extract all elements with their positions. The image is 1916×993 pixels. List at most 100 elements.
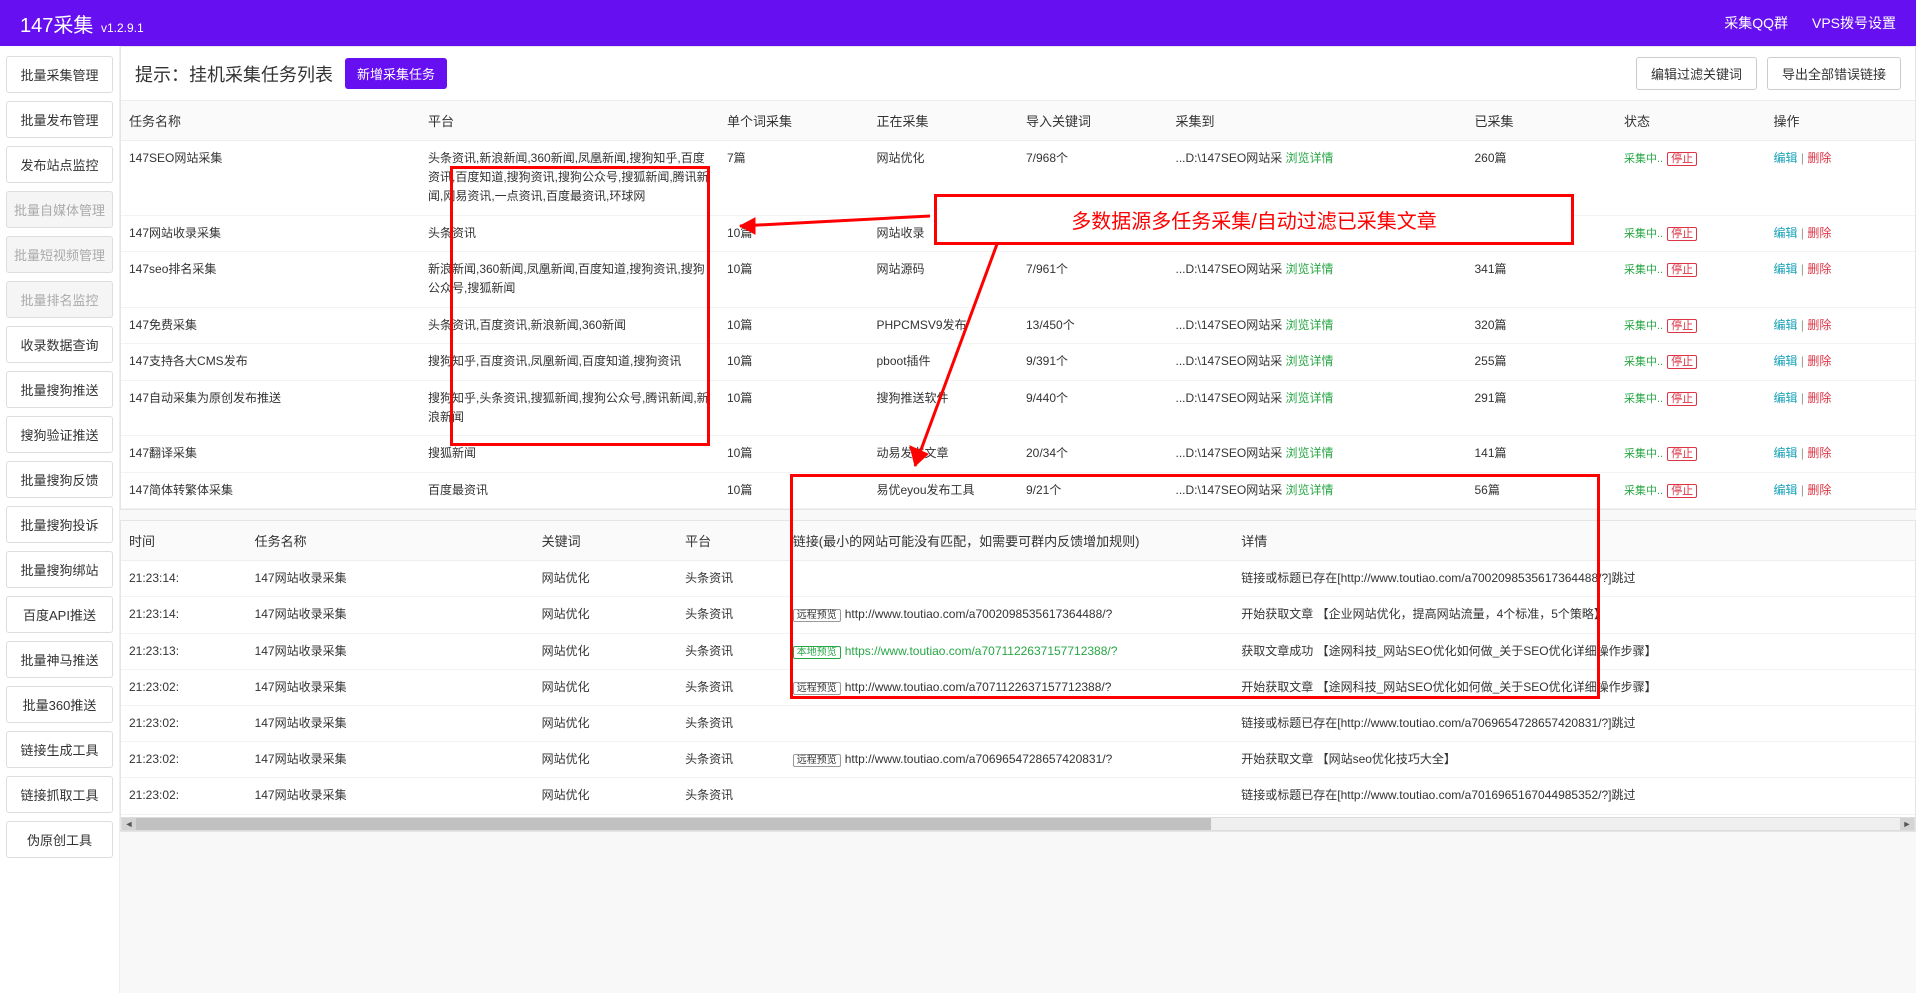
cell-platform: 头条资讯	[677, 561, 785, 597]
horizontal-scrollbar[interactable]: ◄ ►	[121, 817, 1915, 831]
edit-link[interactable]: 编辑	[1774, 354, 1798, 368]
table-row[interactable]: 147seo排名采集新浪新闻,360新闻,凤凰新闻,百度知道,搜狗资讯,搜狗公众…	[121, 252, 1915, 307]
table-row[interactable]: 147简体转繁体采集百度最资讯10篇易优eyou发布工具9/21个...D:\1…	[121, 472, 1915, 509]
stop-button[interactable]: 停止	[1667, 152, 1697, 166]
cell-task: 147网站收录采集	[247, 669, 534, 705]
cell-detail: 链接或标题已存在[http://www.toutiao.com/a7002098…	[1233, 561, 1915, 597]
log-row[interactable]: 21:23:14:147网站收录采集网站优化头条资讯远程预览http://www…	[121, 597, 1915, 633]
sidebar-item-0[interactable]: 批量采集管理	[6, 56, 113, 93]
edit-link[interactable]: 编辑	[1774, 318, 1798, 332]
log-row[interactable]: 21:23:02:147网站收录采集网站优化头条资讯远程预览http://www…	[121, 669, 1915, 705]
cell-actions: 编辑 | 删除	[1766, 344, 1916, 381]
detail-link[interactable]: 浏览详情	[1282, 262, 1333, 276]
link-url[interactable]: http://www.toutiao.com/a7002098535617364…	[845, 607, 1113, 621]
tasks-col-header: 任务名称	[121, 101, 420, 141]
detail-link[interactable]: 浏览详情	[1282, 354, 1333, 368]
sidebar-item-10[interactable]: 批量搜狗投诉	[6, 506, 113, 543]
cell-collected: 320篇	[1467, 307, 1617, 344]
content: 多数据源多任务采集/自动过滤已采集文章 提示：挂机采集任务列表 新增采集任务 编…	[120, 46, 1916, 993]
sidebar-item-11[interactable]: 批量搜狗绑站	[6, 551, 113, 588]
nav-vps-settings[interactable]: VPS拨号设置	[1812, 13, 1896, 33]
table-row[interactable]: 147网站收录采集头条资讯10篇网站收录2/5个...D:\147SEO网站采 …	[121, 215, 1915, 252]
delete-link[interactable]: 删除	[1807, 354, 1831, 368]
log-row[interactable]: 21:23:02:147网站收录采集网站优化头条资讯链接或标题已存在[http:…	[121, 706, 1915, 742]
scroll-thumb[interactable]	[136, 818, 1211, 830]
detail-link[interactable]: 浏览详情	[1282, 483, 1333, 497]
cell-per-word: 10篇	[719, 380, 869, 435]
edit-link[interactable]: 编辑	[1774, 446, 1798, 460]
table-row[interactable]: 147免费采集头条资讯,百度资讯,新浪新闻,360新闻10篇PHPCMSV9发布…	[121, 307, 1915, 344]
local-preview-button[interactable]: 本地预览	[793, 646, 841, 659]
remote-preview-button[interactable]: 远程预览	[793, 682, 841, 695]
sidebar-item-1[interactable]: 批量发布管理	[6, 101, 113, 138]
edit-link[interactable]: 编辑	[1774, 483, 1798, 497]
table-row[interactable]: 147自动采集为原创发布推送搜狗知乎,头条资讯,搜狐新闻,搜狗公众号,腾讯新闻,…	[121, 380, 1915, 435]
separator: |	[1798, 354, 1808, 368]
cell-platform: 搜狗知乎,百度资讯,凤凰新闻,百度知道,搜狗资讯	[420, 344, 719, 381]
log-row[interactable]: 21:23:14:147网站收录采集网站优化头条资讯链接或标题已存在[http:…	[121, 561, 1915, 597]
logs-panel: 时间任务名称关键词平台链接(最小的网站可能没有匹配，如需要可群内反馈增加规则)详…	[120, 520, 1916, 831]
sidebar-item-17[interactable]: 伪原创工具	[6, 821, 113, 858]
logs-col-header: 任务名称	[247, 521, 534, 561]
sidebar-item-15[interactable]: 链接生成工具	[6, 731, 113, 768]
edit-link[interactable]: 编辑	[1774, 391, 1798, 405]
sidebar-item-6[interactable]: 收录数据查询	[6, 326, 113, 363]
sidebar-item-12[interactable]: 百度API推送	[6, 596, 113, 633]
nav-qq-group[interactable]: 采集QQ群	[1724, 13, 1788, 33]
stop-button[interactable]: 停止	[1667, 484, 1697, 498]
link-url[interactable]: https://www.toutiao.com/a707112263715771…	[845, 644, 1118, 658]
delete-link[interactable]: 删除	[1807, 318, 1831, 332]
stop-button[interactable]: 停止	[1667, 447, 1697, 461]
cell-dest: ...D:\147SEO网站采 浏览详情	[1168, 380, 1467, 435]
remote-preview-button[interactable]: 远程预览	[793, 609, 841, 622]
sidebar-item-7[interactable]: 批量搜狗推送	[6, 371, 113, 408]
log-row[interactable]: 21:23:13:147网站收录采集网站优化头条资讯本地预览https://ww…	[121, 633, 1915, 669]
detail-link[interactable]: 浏览详情	[1282, 226, 1333, 240]
delete-link[interactable]: 删除	[1807, 151, 1831, 165]
cell-task: 147网站收录采集	[247, 597, 534, 633]
table-row[interactable]: 147翻译采集搜狐新闻10篇动易发布文章20/34个...D:\147SEO网站…	[121, 436, 1915, 473]
status-running: 采集中..	[1624, 264, 1663, 276]
detail-link[interactable]: 浏览详情	[1282, 446, 1333, 460]
sidebar-item-14[interactable]: 批量360推送	[6, 686, 113, 723]
edit-link[interactable]: 编辑	[1774, 262, 1798, 276]
cell-current: 网站源码	[869, 252, 1019, 307]
sidebar-item-13[interactable]: 批量神马推送	[6, 641, 113, 678]
scroll-right-arrow[interactable]: ►	[1900, 818, 1914, 830]
stop-button[interactable]: 停止	[1667, 355, 1697, 369]
cell-status: 采集中..停止	[1616, 472, 1766, 509]
delete-link[interactable]: 删除	[1807, 262, 1831, 276]
sidebar-item-2[interactable]: 发布站点监控	[6, 146, 113, 183]
sidebar-item-16[interactable]: 链接抓取工具	[6, 776, 113, 813]
link-url[interactable]: http://www.toutiao.com/a7071122637157712…	[845, 680, 1112, 694]
delete-link[interactable]: 删除	[1807, 446, 1831, 460]
edit-link[interactable]: 编辑	[1774, 151, 1798, 165]
detail-link[interactable]: 浏览详情	[1282, 391, 1333, 405]
table-row[interactable]: 147支持各大CMS发布搜狗知乎,百度资讯,凤凰新闻,百度知道,搜狗资讯10篇p…	[121, 344, 1915, 381]
link-url[interactable]: http://www.toutiao.com/a7069654728657420…	[845, 752, 1113, 766]
separator: |	[1798, 318, 1808, 332]
status-running: 采集中..	[1624, 393, 1663, 405]
table-row[interactable]: 147SEO网站采集头条资讯,新浪新闻,360新闻,凤凰新闻,搜狗知乎,百度资讯…	[121, 141, 1915, 216]
sidebar-item-9[interactable]: 批量搜狗反馈	[6, 461, 113, 498]
cell-status: 采集中..停止	[1616, 307, 1766, 344]
export-errors-button[interactable]: 导出全部错误链接	[1767, 57, 1901, 90]
delete-link[interactable]: 删除	[1807, 483, 1831, 497]
delete-link[interactable]: 删除	[1807, 226, 1831, 240]
remote-preview-button[interactable]: 远程预览	[793, 754, 841, 767]
sidebar-item-8[interactable]: 搜狗验证推送	[6, 416, 113, 453]
detail-link[interactable]: 浏览详情	[1282, 151, 1333, 165]
new-task-button[interactable]: 新增采集任务	[345, 58, 447, 89]
cell-collected: 341篇	[1467, 252, 1617, 307]
delete-link[interactable]: 删除	[1807, 391, 1831, 405]
stop-button[interactable]: 停止	[1667, 319, 1697, 333]
scroll-left-arrow[interactable]: ◄	[122, 818, 136, 830]
edit-link[interactable]: 编辑	[1774, 226, 1798, 240]
detail-link[interactable]: 浏览详情	[1282, 318, 1333, 332]
log-row[interactable]: 21:23:02:147网站收录采集网站优化头条资讯链接或标题已存在[http:…	[121, 778, 1915, 814]
log-row[interactable]: 21:23:02:147网站收录采集网站优化头条资讯远程预览http://www…	[121, 742, 1915, 778]
stop-button[interactable]: 停止	[1667, 263, 1697, 277]
stop-button[interactable]: 停止	[1667, 392, 1697, 406]
filter-keywords-button[interactable]: 编辑过滤关键词	[1636, 57, 1757, 90]
stop-button[interactable]: 停止	[1667, 227, 1697, 241]
